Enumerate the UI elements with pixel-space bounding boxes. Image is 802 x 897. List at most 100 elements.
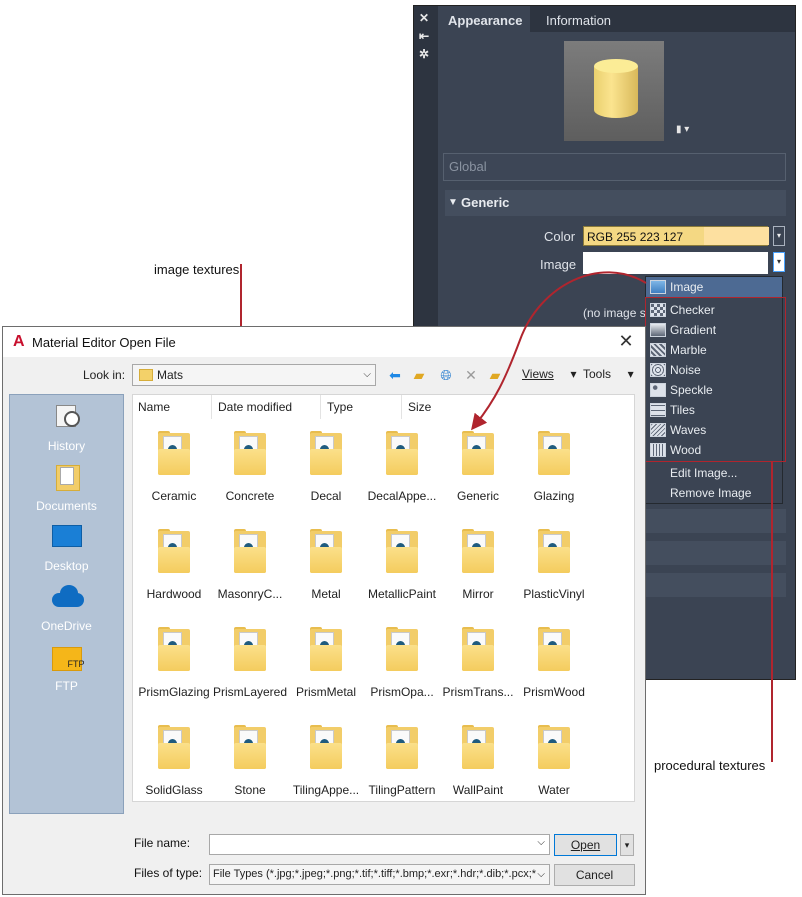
file-item[interactable]: Stone xyxy=(212,725,288,805)
file-item[interactable]: Concrete xyxy=(212,431,288,511)
panel-tabs: Appearance Information xyxy=(440,6,795,32)
collapsed-section-row[interactable] xyxy=(646,541,786,565)
column-name[interactable]: Name xyxy=(133,395,212,419)
tab-information[interactable]: Information xyxy=(538,6,619,32)
cancel-button[interactable]: Cancel xyxy=(554,864,635,886)
file-item[interactable]: MetallicPaint xyxy=(364,529,440,609)
tab-appearance[interactable]: Appearance xyxy=(440,6,531,32)
material-swatch-preview[interactable] xyxy=(564,41,664,141)
up-folder-icon[interactable]: ▰ xyxy=(408,364,430,386)
desktop-icon xyxy=(51,523,82,551)
folder-icon xyxy=(139,369,153,381)
back-arrow-icon[interactable]: ⬅ xyxy=(384,364,406,386)
image-icon xyxy=(650,280,666,294)
file-item[interactable]: PrismGlazing xyxy=(136,627,212,707)
material-folder-icon xyxy=(310,725,342,769)
file-item-label: Mirror xyxy=(462,587,494,601)
annotation-line-procedural xyxy=(771,462,773,762)
cylinder-body xyxy=(594,66,638,118)
place-ftp[interactable]: FTP FTP xyxy=(10,643,123,693)
file-item[interactable]: MasonryC... xyxy=(212,529,288,609)
column-type[interactable]: Type xyxy=(322,395,402,419)
file-item[interactable]: DecalAppe... xyxy=(364,431,440,511)
open-button[interactable]: Open xyxy=(554,834,617,856)
open-options-dropdown[interactable]: ▾ xyxy=(620,834,634,856)
file-item[interactable]: WallPaint xyxy=(440,725,516,805)
image-dropdown-button[interactable]: ▾ xyxy=(773,252,785,272)
collapse-triangle-icon: ▼ xyxy=(448,197,458,208)
file-item[interactable]: PrismLayered xyxy=(212,627,288,707)
file-item-label: WallPaint xyxy=(452,783,504,797)
material-folder-icon xyxy=(538,725,570,769)
file-item-label: DecalAppe... xyxy=(367,489,437,503)
file-list[interactable]: Name Date modified Type Size Ceramic Conc… xyxy=(132,394,635,802)
file-item-label: TilingPattern xyxy=(368,783,436,797)
swatch-shape-dropdown-icon[interactable]: ▮ ▾ xyxy=(676,124,689,135)
material-folder-icon xyxy=(538,431,570,475)
image-field[interactable] xyxy=(583,252,768,274)
procedural-textures-highlight xyxy=(645,297,786,462)
file-item[interactable]: PrismOpa... xyxy=(364,627,440,707)
column-size[interactable]: Size xyxy=(403,395,483,419)
file-item[interactable]: Water xyxy=(516,725,592,805)
new-folder-icon[interactable]: ▰ xyxy=(484,364,506,386)
file-item[interactable]: TilingPattern xyxy=(364,725,440,805)
look-in-combo[interactable]: Mats ⌵ xyxy=(132,364,376,386)
search-web-icon[interactable]: 🌐︎ xyxy=(435,364,457,386)
collapsed-section-row[interactable] xyxy=(646,509,786,533)
file-item[interactable]: Decal xyxy=(288,431,364,511)
material-folder-icon xyxy=(310,627,342,671)
generic-section-header[interactable]: ▼ Generic xyxy=(445,190,786,216)
file-item-label: TilingAppe... xyxy=(292,783,360,797)
material-folder-icon xyxy=(310,431,342,475)
autocad-logo-icon: A xyxy=(13,333,25,350)
collapse-icon[interactable]: ⇤ xyxy=(419,29,429,43)
material-folder-icon xyxy=(462,529,494,573)
file-item[interactable]: PrismTrans... xyxy=(440,627,516,707)
delete-icon[interactable]: ✕ xyxy=(460,364,482,386)
file-item[interactable]: Ceramic xyxy=(136,431,212,511)
file-item[interactable]: Metal xyxy=(288,529,364,609)
settings-icon[interactable]: ✲ xyxy=(419,47,429,61)
material-folder-icon xyxy=(158,431,190,475)
place-documents[interactable]: Documents xyxy=(10,463,123,513)
file-item[interactable]: Glazing xyxy=(516,431,592,511)
collapsed-section-row[interactable] xyxy=(646,573,786,597)
file-item[interactable]: Mirror xyxy=(440,529,516,609)
material-folder-icon xyxy=(462,725,494,769)
material-folder-icon xyxy=(386,627,418,671)
global-field[interactable]: Global xyxy=(443,153,786,181)
menu-item-remove-image[interactable]: Remove Image xyxy=(646,483,782,503)
column-date-modified[interactable]: Date modified xyxy=(213,395,321,419)
file-item[interactable]: PrismMetal xyxy=(288,627,364,707)
material-folder-icon xyxy=(234,627,266,671)
file-item-label: PrismTrans... xyxy=(442,685,514,699)
menu-item-edit-image[interactable]: Edit Image... xyxy=(646,463,782,483)
color-field[interactable]: RGB 255 223 127 xyxy=(583,226,769,246)
file-item[interactable]: Generic xyxy=(440,431,516,511)
menu-item-image[interactable]: Image xyxy=(646,277,782,297)
views-menu[interactable]: Views ▾ xyxy=(522,367,577,381)
file-item-label: PrismLayered xyxy=(212,685,288,699)
file-name-input[interactable]: ⌵ xyxy=(209,834,550,855)
file-item-label: Generic xyxy=(456,489,500,503)
image-label: Image xyxy=(540,257,577,272)
material-folder-icon xyxy=(158,529,190,573)
file-item-label: Stone xyxy=(234,783,266,797)
cylinder-top xyxy=(594,59,638,73)
file-item[interactable]: SolidGlass xyxy=(136,725,212,805)
tools-menu[interactable]: Tools ▾ xyxy=(583,367,634,381)
close-icon[interactable]: ✕ xyxy=(615,329,637,353)
material-folder-icon xyxy=(386,725,418,769)
place-desktop[interactable]: Desktop xyxy=(10,523,123,573)
place-history[interactable]: History xyxy=(10,403,123,453)
file-item[interactable]: PrismWood xyxy=(516,627,592,707)
documents-icon xyxy=(52,463,82,491)
file-item[interactable]: Hardwood xyxy=(136,529,212,609)
place-onedrive[interactable]: OneDrive xyxy=(10,583,123,633)
color-dropdown-button[interactable]: ▾ xyxy=(773,226,785,246)
file-item[interactable]: TilingAppe... xyxy=(288,725,364,805)
file-item[interactable]: PlasticVinyl xyxy=(516,529,592,609)
files-of-type-select[interactable]: File Types (*.jpg;*.jpeg;*.png;*.tif;*.t… xyxy=(209,864,550,885)
close-icon[interactable]: ✕ xyxy=(419,11,429,25)
